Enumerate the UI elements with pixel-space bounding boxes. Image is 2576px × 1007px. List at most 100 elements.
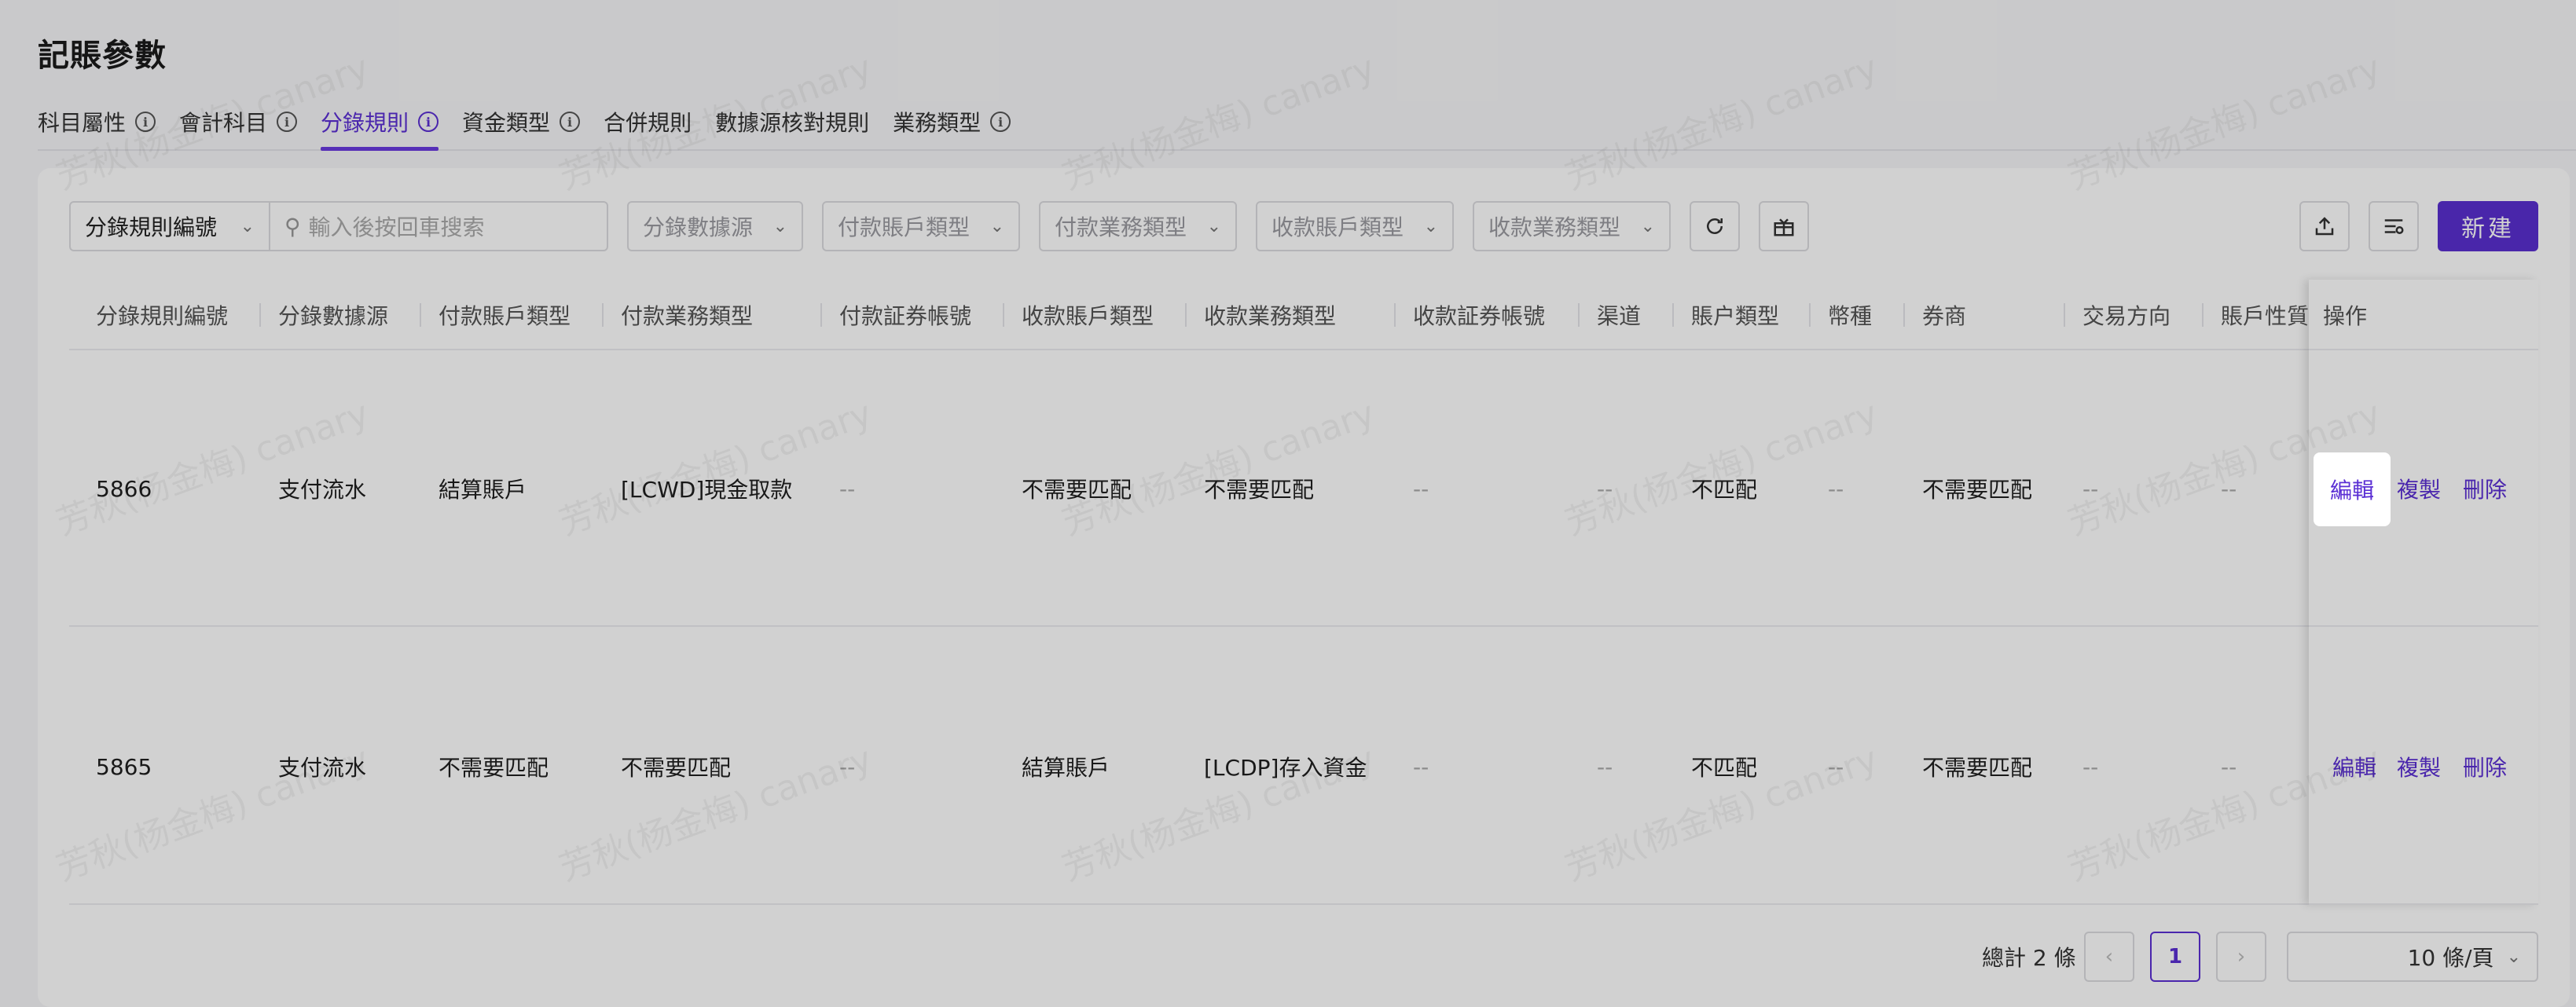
- column-header[interactable]: 分錄數據源: [259, 280, 388, 350]
- filter-label: 付款賬戶類型: [838, 214, 971, 240]
- tab-label: 業務類型: [893, 110, 982, 136]
- table-cell: --: [1597, 475, 1613, 502]
- copy-button[interactable]: 複製: [2397, 350, 2441, 627]
- edit-button-highlighted[interactable]: 編輯: [2314, 452, 2391, 526]
- toolbar: 分錄規則編號 ⌄ ⚲ 輸入後按回車搜索 分錄數據源 ⌄ 付款賬戶類型 ⌄ 付款業務類型 ⌄…: [69, 201, 2538, 251]
- table-cell: 不匹配: [1691, 477, 1758, 503]
- table-cell: 不需要匹配: [621, 755, 732, 781]
- export-button[interactable]: [2299, 201, 2350, 251]
- table-cell: [LCWD]現金取款: [621, 477, 793, 503]
- actions-column: 操作 複製 刪除 編輯 複製 刪除: [2309, 280, 2538, 905]
- chevron-down-icon: ⌄: [2506, 947, 2521, 967]
- chevron-down-icon: ⌄: [240, 216, 255, 236]
- column-settings-button[interactable]: [2369, 201, 2419, 251]
- tab-label: 科目屬性: [38, 110, 127, 136]
- refresh-icon: [1707, 218, 1723, 234]
- tab-merge-rules[interactable]: 合併規則: [604, 94, 692, 149]
- gift-button[interactable]: [1759, 201, 1809, 251]
- table-cell: 不需要匹配: [1922, 477, 2033, 503]
- new-button[interactable]: 新建: [2438, 201, 2538, 251]
- table-cell: 不需要匹配: [1022, 477, 1132, 503]
- filter-payer-business-type[interactable]: 付款業務類型 ⌄: [1039, 201, 1237, 251]
- table-cell: 結算賬戶: [439, 477, 527, 503]
- column-header[interactable]: 渠道: [1577, 280, 1641, 350]
- chevron-down-icon: ⌄: [1206, 216, 1221, 236]
- actions-cell: 編輯 複製 刪除: [2309, 628, 2538, 905]
- filter-label: 收款業務類型: [1488, 214, 1621, 240]
- column-header[interactable]: 收款証券帳號: [1393, 280, 1545, 350]
- tab-datasource-check-rules[interactable]: 數據源核對規則: [715, 94, 869, 149]
- next-page-button[interactable]: ›: [2216, 932, 2266, 982]
- column-header[interactable]: 付款賬戶類型: [419, 280, 571, 350]
- column-header[interactable]: 付款業務類型: [601, 280, 753, 350]
- chevron-down-icon: ⌄: [989, 216, 1004, 236]
- column-header[interactable]: 分錄規則編號: [96, 280, 228, 350]
- filter-payee-account-type[interactable]: 收款賬戶類型 ⌄: [1256, 201, 1454, 251]
- search-placeholder: 輸入後按回車搜索: [308, 214, 485, 240]
- filter-label: 收款賬戶類型: [1271, 214, 1404, 240]
- export-icon: [2315, 217, 2334, 236]
- column-header[interactable]: 交易方向: [2063, 280, 2171, 350]
- tab-entry-rules[interactable]: 分錄規則 i: [321, 94, 439, 151]
- info-icon: i: [990, 112, 1011, 132]
- refresh-button[interactable]: [1690, 201, 1740, 251]
- table-cell: 支付流水: [278, 477, 367, 503]
- field-select-value: 分錄規則編號: [85, 214, 218, 240]
- table-cell: [LCDP]存入資金: [1204, 755, 1367, 781]
- copy-button[interactable]: 複製: [2397, 628, 2441, 905]
- column-header[interactable]: 幣種: [1808, 280, 1872, 350]
- tab-accounting-subjects[interactable]: 會計科目 i: [179, 94, 298, 149]
- filter-payer-account-type[interactable]: 付款賬戶類型 ⌄: [822, 201, 1020, 251]
- tab-label: 數據源核對規則: [715, 110, 870, 136]
- column-header[interactable]: 賬戶性質: [2201, 280, 2309, 350]
- tab-label: 資金類型: [462, 110, 551, 136]
- table-cell: --: [1597, 753, 1613, 780]
- chevron-down-icon: ⌄: [772, 216, 787, 236]
- table-cell: 不需要匹配: [1204, 477, 1315, 503]
- table-cell: 不匹配: [1691, 755, 1758, 781]
- gift-icon: [1774, 218, 1794, 236]
- table-cell: 5866: [96, 475, 152, 502]
- page: 記賬參數 科目屬性 i 會計科目 i 分錄規則 i 資金類型 i 合併規則 數據源核對規…: [0, 0, 2576, 1007]
- table-cell: --: [2082, 753, 2099, 780]
- table-cell: --: [1413, 475, 1429, 502]
- info-icon: i: [135, 112, 156, 132]
- table-cell: 結算賬戶: [1022, 755, 1110, 781]
- page-title: 記賬參數: [38, 38, 167, 74]
- page-size-select[interactable]: 10 條/頁 ⌄: [2287, 932, 2538, 982]
- column-header[interactable]: 收款賬戶類型: [1002, 280, 1154, 350]
- field-select[interactable]: 分錄規則編號 ⌄: [69, 201, 270, 251]
- table-row: 5865 支付流水 不需要匹配 不需要匹配 -- 結算賬戶 [LCDP]存入資金…: [69, 628, 2538, 905]
- chevron-down-icon: ⌄: [1423, 216, 1438, 236]
- actions-header: 操作: [2309, 280, 2538, 350]
- tab-label: 分錄規則: [321, 110, 409, 136]
- column-header[interactable]: 券商: [1903, 280, 1966, 350]
- column-header[interactable]: 付款証券帳號: [820, 280, 971, 350]
- prev-page-button[interactable]: ‹: [2084, 932, 2134, 982]
- filter-entry-source[interactable]: 分錄數據源 ⌄: [627, 201, 803, 251]
- pagination-total: 總計 2 條: [1982, 945, 2076, 971]
- table-header: 分錄規則編號 分錄數據源 付款賬戶類型 付款業務類型 付款証券帳號 收款賬戶類型…: [69, 280, 2538, 350]
- delete-button[interactable]: 刪除: [2463, 628, 2507, 905]
- chevron-right-icon: ›: [2237, 945, 2246, 969]
- table-cell: 不需要匹配: [1922, 755, 2033, 781]
- tab-account-attributes[interactable]: 科目屬性 i: [38, 94, 156, 149]
- table-cell: --: [1828, 753, 1844, 780]
- tab-label: 合併規則: [604, 110, 692, 136]
- tab-fund-types[interactable]: 資金類型 i: [462, 94, 581, 149]
- delete-button[interactable]: 刪除: [2463, 350, 2507, 627]
- table-cell: 支付流水: [278, 755, 367, 781]
- table-cell: 不需要匹配: [439, 755, 549, 781]
- edit-button[interactable]: 編輯: [2332, 628, 2376, 905]
- column-header[interactable]: 收款業務類型: [1184, 280, 1336, 350]
- search-icon: ⚲: [284, 213, 301, 240]
- info-icon: i: [560, 112, 581, 132]
- table-cell: --: [2221, 475, 2237, 502]
- column-header[interactable]: 賬户類型: [1671, 280, 1779, 350]
- tab-business-types[interactable]: 業務類型 i: [893, 94, 1011, 149]
- table-cell: --: [2082, 475, 2099, 502]
- search-input[interactable]: ⚲ 輸入後按回車搜索: [269, 201, 608, 251]
- filter-payee-business-type[interactable]: 收款業務類型 ⌄: [1473, 201, 1671, 251]
- page-number[interactable]: 1: [2150, 932, 2200, 982]
- tab-label: 會計科目: [179, 110, 268, 136]
